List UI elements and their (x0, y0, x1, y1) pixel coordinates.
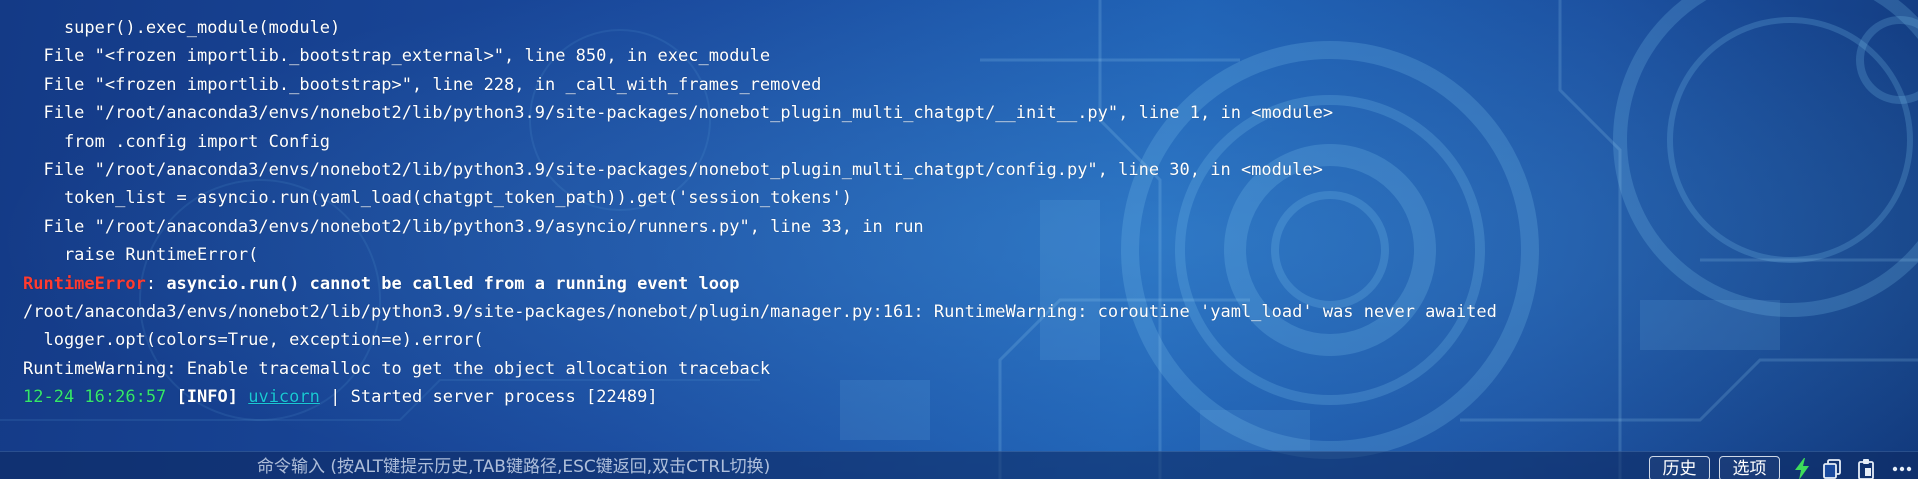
command-input[interactable]: 命令输入 (按ALT键提示历史,TAB键路径,ESC键返回,双击CTRL切换) (257, 456, 770, 478)
error-line: RuntimeError: asyncio.run() cannot be ca… (23, 270, 1903, 298)
options-button[interactable]: 选项 (1719, 456, 1780, 479)
lightning-bolt-icon[interactable] (1792, 458, 1812, 479)
history-button[interactable]: 历史 (1649, 456, 1710, 479)
traceback-line: File "<frozen importlib._bootstrap>", li… (23, 74, 822, 95)
traceback-line: from .config import Config (23, 131, 331, 152)
error-message: asyncio.run() cannot be called from a ru… (166, 273, 740, 294)
command-bar: 命令输入 (按ALT键提示历史,TAB键路径,ESC键返回,双击CTRL切换) … (0, 451, 1918, 479)
log-separator: | (319, 387, 351, 408)
error-separator: : (145, 273, 167, 294)
log-module-link[interactable]: uvicorn (248, 387, 320, 407)
paste-icon[interactable] (1856, 458, 1876, 479)
log-message: Started server process [22489] (350, 387, 658, 408)
warning-line: /root/anaconda3/envs/nonebot2/lib/python… (23, 301, 1497, 322)
log-line: 12-24 16:26:57 [INFO] uvicorn | Started … (23, 383, 1903, 411)
terminal-window: super().exec_module(module) File "<froze… (0, 0, 1918, 479)
error-name: RuntimeError (23, 273, 146, 294)
more-icon[interactable] (1890, 458, 1914, 479)
copy-icon[interactable] (1822, 458, 1842, 479)
traceback-line: File "/root/anaconda3/envs/nonebot2/lib/… (23, 103, 1334, 124)
traceback-line: raise RuntimeError( (23, 245, 259, 266)
log-level: [INFO] (176, 387, 238, 408)
terminal-output[interactable]: super().exec_module(module) File "<froze… (23, 14, 1903, 424)
logger-line: logger.opt(colors=True, exception=e).err… (23, 330, 484, 351)
tracemalloc-line: RuntimeWarning: Enable tracemalloc to ge… (23, 358, 771, 379)
traceback-line: super().exec_module(module) (23, 18, 341, 38)
traceback-line: File "/root/anaconda3/envs/nonebot2/lib/… (23, 159, 1323, 180)
traceback-line: File "<frozen importlib._bootstrap_exter… (23, 46, 771, 67)
traceback-line: token_list = asyncio.run(yaml_load(chatg… (23, 188, 853, 209)
traceback-line: File "/root/anaconda3/envs/nonebot2/lib/… (23, 216, 924, 237)
log-timestamp: 12-24 16:26:57 (23, 387, 167, 408)
